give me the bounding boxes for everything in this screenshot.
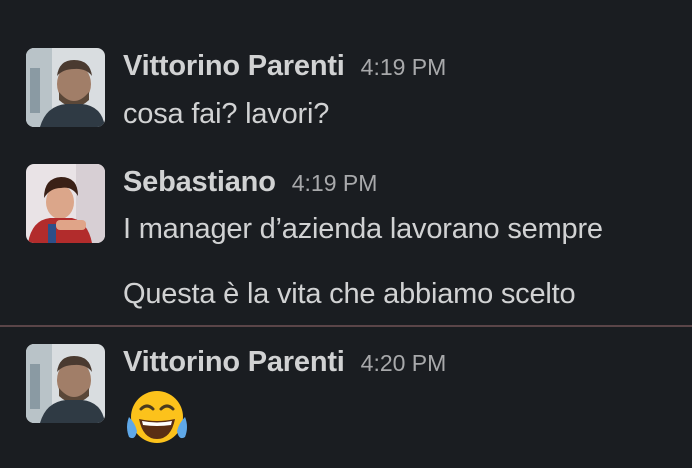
sender-name[interactable]: Vittorino Parenti (123, 50, 345, 83)
avatar[interactable] (26, 48, 105, 127)
vittorino-avatar-image (26, 344, 105, 423)
sender-name[interactable]: Vittorino Parenti (123, 346, 345, 379)
timestamp[interactable]: 4:19 PM (292, 170, 378, 197)
message-text: cosa fai? lavori? (123, 98, 330, 130)
sebastiano-avatar-image (26, 164, 105, 243)
message-text: Questa è la vita che abbiamo scelto (123, 278, 576, 310)
message-text: I manager d’azienda lavorano sempre (123, 213, 603, 245)
timestamp[interactable]: 4:19 PM (361, 54, 447, 81)
new-messages-divider (0, 325, 692, 327)
avatar[interactable] (26, 164, 105, 243)
avatar[interactable] (26, 344, 105, 423)
timestamp[interactable]: 4:20 PM (361, 350, 447, 377)
tears-of-joy-emoji-icon (123, 387, 191, 449)
vittorino-avatar-image (26, 48, 105, 127)
sender-name[interactable]: Sebastiano (123, 166, 276, 199)
